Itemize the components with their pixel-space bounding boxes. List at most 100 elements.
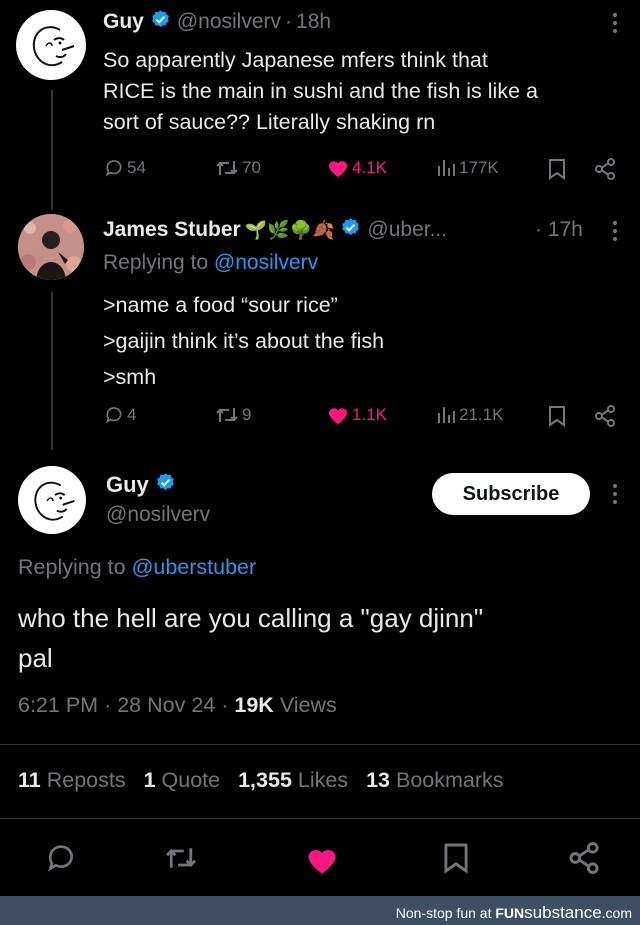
reply-button[interactable]: 4 xyxy=(104,405,136,425)
share-icon[interactable] xyxy=(594,158,616,185)
reply-button[interactable]: 54 xyxy=(104,158,146,178)
repost-button[interactable]: 70 xyxy=(215,158,261,178)
tweet2-text: >name a food “sour rice” >gaijin think i… xyxy=(103,287,384,395)
views-button[interactable]: 177K xyxy=(436,158,499,178)
post-date[interactable]: 28 Nov 24 xyxy=(117,693,215,717)
share-icon[interactable] xyxy=(568,842,600,879)
tweet2-author-name[interactable]: James Stuber xyxy=(103,218,241,242)
replying-prefix: Replying to xyxy=(103,251,209,274)
text-line: >smh xyxy=(103,365,157,389)
avatar[interactable] xyxy=(18,466,86,534)
stats-row: 11 Reposts 1 Quote 1,355 Likes 13 Bookma… xyxy=(18,768,504,793)
post-time[interactable]: 6:21 PM xyxy=(18,693,98,717)
watermark-brand: substance xyxy=(524,903,602,922)
avatar-photo-icon xyxy=(18,214,84,280)
stat-bookmarks[interactable]: 13 Bookmarks xyxy=(366,768,503,792)
watermark-footer: Non-stop fun at FUNsubstance.com xyxy=(0,896,640,925)
text-line: pal xyxy=(18,643,53,673)
tweet2-handle[interactable]: @uber... xyxy=(367,218,447,242)
tweet1-header: Guy @nosilverv · 18h xyxy=(103,8,331,36)
heart-icon[interactable] xyxy=(305,845,339,880)
views-count: 177K xyxy=(459,158,499,177)
tweet2-header: James Stuber 🌱🌿🌳🍂 @uber... xyxy=(103,216,447,244)
verified-badge-icon xyxy=(340,217,361,244)
like-count: 1.1K xyxy=(352,405,387,424)
stat-label: Bookmarks xyxy=(395,768,504,792)
stat-count: 1 xyxy=(143,768,156,792)
avatar[interactable] xyxy=(18,214,84,280)
separator-dot: · xyxy=(104,693,112,717)
heart-icon xyxy=(328,408,348,425)
text-line: >gaijin think it’s about the fish xyxy=(103,329,385,353)
repost-icon xyxy=(216,161,238,175)
bookmark-icon[interactable] xyxy=(548,405,566,432)
reply-count: 4 xyxy=(127,405,137,424)
stat-label: Likes xyxy=(297,768,349,792)
repost-icon xyxy=(216,408,238,422)
tweet2-time[interactable]: · 17h xyxy=(535,218,583,242)
reply-icon xyxy=(105,160,122,177)
reply-icon[interactable] xyxy=(45,842,77,879)
more-icon[interactable] xyxy=(609,12,621,34)
text-line: So apparently Japanese mfers think that xyxy=(103,48,488,72)
main-author-name[interactable]: Guy xyxy=(106,472,149,498)
main-handle[interactable]: @nosilverv xyxy=(106,503,210,527)
stat-count: 11 xyxy=(18,768,41,792)
views-label: Views xyxy=(279,693,337,717)
tweet1-handle[interactable]: @nosilverv xyxy=(177,10,281,34)
subscribe-button[interactable]: Subscribe xyxy=(432,473,590,515)
more-icon[interactable] xyxy=(609,220,621,242)
stat-label: Reposts xyxy=(46,768,126,792)
separator-dot: · xyxy=(221,693,229,717)
replying-to-link[interactable]: @nosilverv xyxy=(214,251,318,274)
separator-dot: · xyxy=(285,10,293,33)
avatar-drawing-icon xyxy=(32,26,75,67)
views-count: 19K xyxy=(234,693,274,717)
bookmark-icon[interactable] xyxy=(548,158,566,185)
main-replying: Replying to @uberstuber xyxy=(18,555,256,580)
stat-quotes[interactable]: 1 Quote xyxy=(144,768,221,792)
stat-label: Quote xyxy=(161,768,221,792)
heart-icon xyxy=(328,161,348,178)
verified-badge-icon xyxy=(155,472,176,499)
main-meta: 6:21 PM · 28 Nov 24 · 19K Views xyxy=(18,693,337,718)
emoji-decor: 🌱🌿🌳🍂 xyxy=(244,219,335,240)
tweet1-time[interactable]: 18h xyxy=(296,10,331,34)
like-count: 4.1K xyxy=(352,158,387,177)
stat-count: 1,355 xyxy=(238,768,292,792)
reply-icon xyxy=(105,407,122,424)
more-icon[interactable] xyxy=(609,483,621,505)
share-icon[interactable] xyxy=(594,405,616,432)
watermark-brand-bold: FUN xyxy=(495,905,525,921)
like-button[interactable]: 4.1K xyxy=(327,158,387,178)
text-line: sort of sauce?? Literally shaking rn xyxy=(103,110,436,134)
views-count: 21.1K xyxy=(459,405,504,424)
bookmark-icon[interactable] xyxy=(443,842,469,879)
repost-count: 70 xyxy=(242,158,261,177)
watermark-prefix: Non-stop fun at xyxy=(395,905,492,921)
repost-icon[interactable] xyxy=(164,844,198,877)
views-icon xyxy=(438,160,455,176)
avatar-drawing-icon xyxy=(34,481,75,521)
main-text: who the hell are you calling a "gay djin… xyxy=(18,598,483,678)
verified-badge-icon xyxy=(150,9,171,36)
avatar[interactable] xyxy=(16,10,86,80)
text-line: >name a food “sour rice” xyxy=(103,293,338,317)
watermark-text: Non-stop fun at FUNsubstance.com xyxy=(396,903,632,923)
repost-button[interactable]: 9 xyxy=(215,405,251,425)
stat-likes[interactable]: 1,355 Likes xyxy=(238,768,348,792)
repost-count: 9 xyxy=(242,405,252,424)
tweet1-author-name[interactable]: Guy xyxy=(103,10,144,34)
tweet2-replying: Replying to @nosilverv xyxy=(103,251,318,275)
stats-divider xyxy=(0,744,640,745)
replying-prefix: Replying to xyxy=(18,555,126,579)
replying-to-link[interactable]: @uberstuber xyxy=(132,555,257,579)
text-line: who the hell are you calling a "gay djin… xyxy=(18,603,484,633)
views-button[interactable]: 21.1K xyxy=(436,405,503,425)
stat-reposts[interactable]: 11 Reposts xyxy=(18,768,126,792)
like-button[interactable]: 1.1K xyxy=(327,405,387,425)
reply-count: 54 xyxy=(127,158,146,177)
main-author: Guy xyxy=(106,470,176,500)
thread-line xyxy=(51,292,53,450)
stat-count: 13 xyxy=(366,768,390,792)
